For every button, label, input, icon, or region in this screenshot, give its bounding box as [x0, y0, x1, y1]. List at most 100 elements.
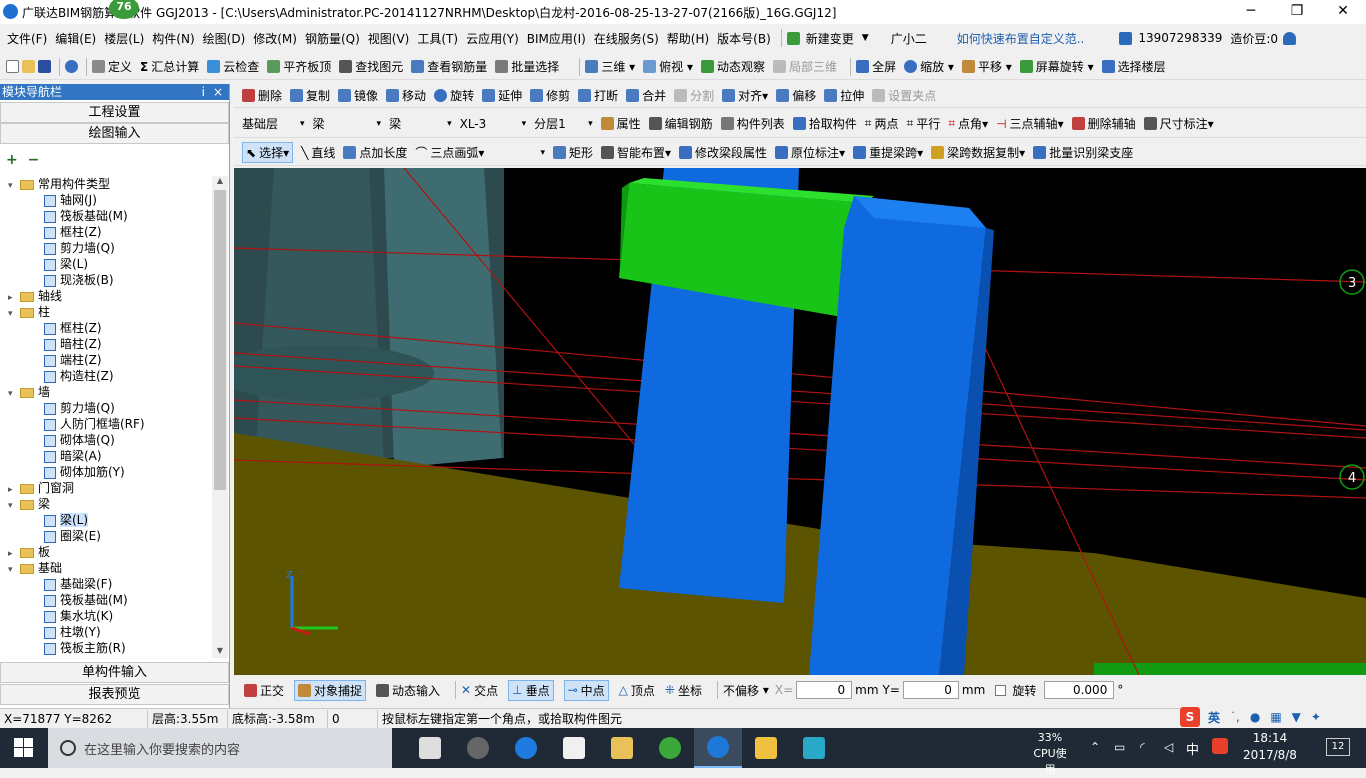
draw-input-button[interactable]: 绘图输入: [0, 123, 229, 144]
tree-item[interactable]: 圈梁(E): [0, 528, 212, 544]
three-point-arc-button[interactable]: ⌒ 三点画弧 ▾: [415, 144, 484, 161]
mirror-button[interactable]: 镜像: [338, 87, 378, 104]
taskbar-ime[interactable]: 中: [1186, 739, 1199, 758]
component-list-button[interactable]: 构件列表: [720, 115, 785, 132]
tree-folder[interactable]: ▾ 柱: [0, 304, 212, 320]
top-view-button[interactable]: 俯视 ▾: [643, 58, 693, 75]
point-angle-button[interactable]: ⌗ 点角 ▾: [948, 115, 988, 132]
scroll-thumb[interactable]: [214, 190, 226, 490]
tree-item[interactable]: 框柱(Z): [0, 224, 212, 240]
pin-icon[interactable]: ⅰ: [202, 84, 205, 100]
tree-item[interactable]: 筏板主筋(R): [0, 640, 212, 656]
perpendicular-snap[interactable]: ⊥ 垂点: [508, 679, 554, 701]
cloud-check-button[interactable]: 云检查: [207, 58, 259, 75]
save-icon[interactable]: [38, 60, 51, 73]
tree-item[interactable]: 暗梁(A): [0, 448, 212, 464]
vertex-snap[interactable]: △ 顶点: [619, 682, 655, 699]
taskbar-notes[interactable]: [742, 728, 790, 768]
tree-item[interactable]: 轴网(J): [0, 192, 212, 208]
offset-button[interactable]: 偏移: [776, 87, 816, 104]
tree-folder[interactable]: ▾ 梁: [0, 496, 212, 512]
tree-item[interactable]: 筏板基础(M): [0, 592, 212, 608]
delete-button[interactable]: 删除: [242, 87, 282, 104]
menu-modify[interactable]: 修改(M): [250, 30, 300, 47]
open-folder-icon[interactable]: [22, 60, 35, 73]
clock[interactable]: 18:14 2017/8/8: [1240, 730, 1300, 764]
rectangle-button[interactable]: 矩形: [552, 144, 593, 161]
rotate-input[interactable]: 0.000: [1044, 681, 1115, 699]
taskbar-explorer[interactable]: [598, 728, 646, 768]
category-select[interactable]: 梁: [313, 115, 377, 132]
line-button[interactable]: ╲ 直线: [301, 144, 335, 161]
panel-close-icon[interactable]: ×: [213, 84, 223, 100]
split-button[interactable]: 分割: [674, 87, 714, 104]
3d-view-button[interactable]: 三维 ▾: [585, 58, 635, 75]
layer-select[interactable]: 分层1: [534, 115, 588, 132]
tree-item[interactable]: 筏板基础(M): [0, 208, 212, 224]
merge-button[interactable]: 合并: [626, 87, 666, 104]
close-button[interactable]: ✕: [1320, 0, 1366, 24]
report-preview-button[interactable]: 报表预览: [0, 684, 229, 705]
mic-icon[interactable]: ●: [1250, 710, 1260, 724]
taskbar-search[interactable]: 在这里输入你要搜索的内容: [48, 728, 392, 768]
subtype-select[interactable]: 梁: [389, 115, 447, 132]
delete-aux-button[interactable]: 删除辅轴: [1071, 115, 1136, 132]
volume-icon[interactable]: ◁: [1164, 740, 1173, 754]
taskbar-app-1[interactable]: [406, 728, 454, 768]
menu-rebar-quantity[interactable]: 钢筋量(Q): [302, 30, 363, 47]
tree-folder[interactable]: ▾ 基础: [0, 560, 212, 576]
keyboard-icon[interactable]: ▦: [1270, 710, 1281, 724]
tree-item[interactable]: 集水坑(K): [0, 608, 212, 624]
edit-rebar-button[interactable]: 编辑钢筋: [648, 115, 713, 132]
undo-icon[interactable]: [65, 60, 78, 73]
skin-icon[interactable]: ▼: [1292, 710, 1301, 724]
pan-button[interactable]: 平移 ▾: [961, 58, 1012, 75]
set-grip-button[interactable]: 设置夹点: [872, 87, 936, 104]
two-point-button[interactable]: ⌗ 两点: [865, 115, 899, 132]
sogou-icon[interactable]: S: [1180, 707, 1200, 727]
menu-version[interactable]: 版本号(B): [714, 30, 774, 47]
menu-file[interactable]: 文件(F): [4, 30, 50, 47]
floor-select[interactable]: 基础层: [242, 115, 300, 132]
phone-account[interactable]: 13907298339: [1135, 31, 1225, 45]
view-rebar-button[interactable]: 查看钢筋量: [411, 58, 487, 75]
tree-item[interactable]: 梁(L): [0, 512, 212, 528]
taskbar-app-t[interactable]: [790, 728, 838, 768]
tree-item[interactable]: 梁(L): [0, 256, 212, 272]
tools-icon[interactable]: ✦: [1311, 710, 1321, 724]
coordinate-snap[interactable]: ⁜ 坐标: [665, 682, 702, 699]
wifi-icon[interactable]: ◜: [1140, 740, 1145, 754]
offset-mode-select[interactable]: 不偏移 ▾: [723, 682, 769, 699]
intersection-snap[interactable]: ✕ 交点: [461, 682, 498, 699]
single-component-input-button[interactable]: 单构件输入: [0, 662, 229, 683]
tree-item[interactable]: 构造柱(Z): [0, 368, 212, 384]
modify-beam-segment-button[interactable]: 修改梁段属性: [679, 144, 767, 161]
dimension-button[interactable]: 尺寸标注 ▾: [1143, 115, 1214, 132]
taskbar-app-2[interactable]: [454, 728, 502, 768]
copy-span-data-button[interactable]: 梁跨数据复制 ▾: [931, 144, 1025, 161]
taskbar-store[interactable]: [550, 728, 598, 768]
orbit-button[interactable]: 动态观察: [701, 58, 765, 75]
menu-tools[interactable]: 工具(T): [414, 30, 461, 47]
move-button[interactable]: 移动: [386, 87, 426, 104]
collapse-all-icon[interactable]: −: [27, 152, 39, 168]
fullscreen-button[interactable]: 全屏: [856, 58, 896, 75]
tree-item[interactable]: 人防门框墙(RF): [0, 416, 212, 432]
3d-scene[interactable]: 3 4 Z: [234, 168, 1366, 675]
arc-mode-select[interactable]: [492, 146, 532, 160]
component-select[interactable]: XL-3: [460, 117, 522, 131]
scroll-up-icon[interactable]: ▲: [212, 176, 228, 188]
tray-chevron-icon[interactable]: ⌃: [1090, 740, 1100, 754]
select-floor-button[interactable]: 选择楼层: [1101, 58, 1166, 75]
tree-folder[interactable]: ▸ 板: [0, 544, 212, 560]
ime-lang[interactable]: 英: [1208, 709, 1220, 726]
help-tip-link[interactable]: 如何快速布置自定义范..: [954, 30, 1088, 47]
taskbar-browser[interactable]: [646, 728, 694, 768]
tree-item[interactable]: 砌体加筋(Y): [0, 464, 212, 480]
in-situ-annotation-button[interactable]: 原位标注 ▾: [775, 144, 845, 161]
batch-identify-support-button[interactable]: 批量识别梁支座: [1033, 144, 1133, 161]
project-settings-button[interactable]: 工程设置: [0, 102, 229, 123]
menu-view[interactable]: 视图(V): [365, 30, 413, 47]
sogou-tray-icon[interactable]: [1212, 738, 1228, 754]
menu-bim[interactable]: BIM应用(I): [524, 30, 589, 47]
